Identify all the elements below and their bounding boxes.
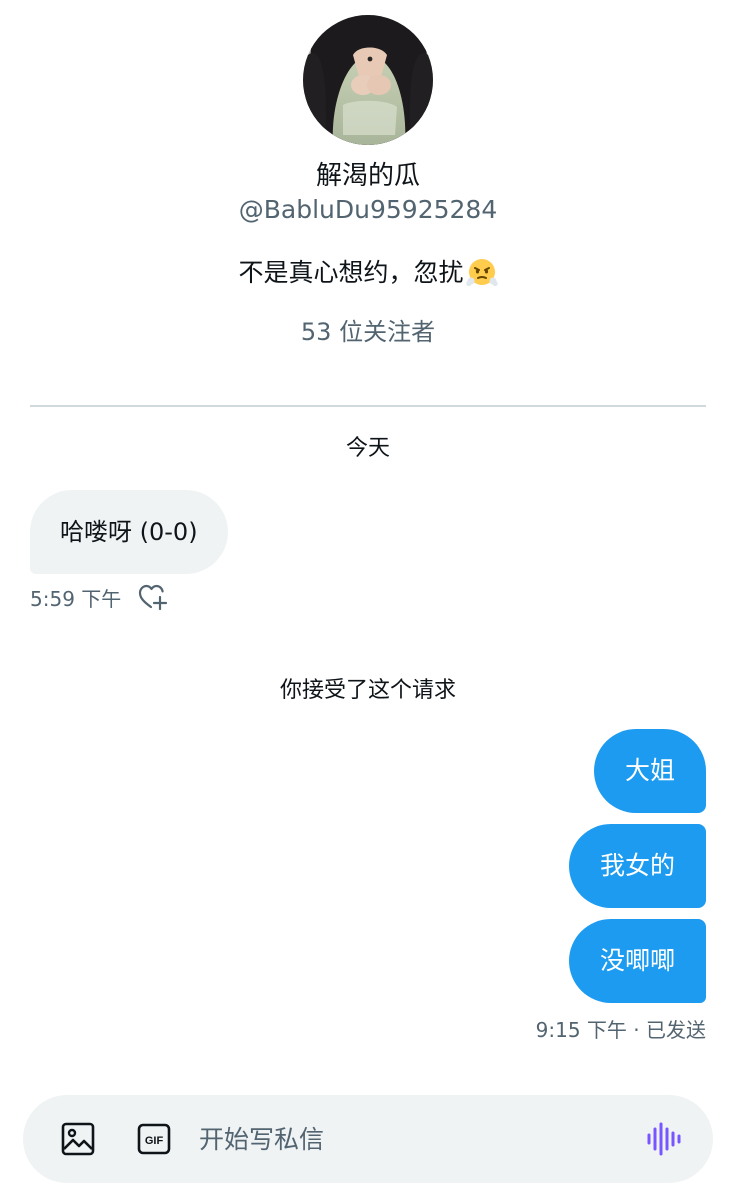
message-input[interactable] — [199, 1095, 619, 1183]
face-with-steam-emoji-icon — [465, 256, 498, 288]
display-name: 解渴的瓜 — [315, 161, 420, 191]
avatar[interactable] — [303, 15, 433, 145]
bio-text: 不是真心想约，忽扰 — [238, 258, 464, 287]
bio: 不是真心想约，忽扰 — [0, 253, 736, 289]
incoming-message-meta: 5:59 下午 — [30, 582, 169, 612]
incoming-message-bubble[interactable]: 哈喽呀 (0-0) — [30, 490, 228, 574]
follower-count[interactable]: 53 位关注者 — [0, 312, 736, 347]
image-icon[interactable] — [61, 1122, 95, 1156]
gif-icon-label: GIF — [145, 1135, 164, 1147]
voice-message-icon[interactable] — [645, 1121, 683, 1157]
outgoing-message-status: 9:15 下午 · 已发送 — [535, 1018, 706, 1042]
date-separator: 今天 — [345, 436, 390, 461]
add-reaction-heart-icon[interactable] — [137, 582, 169, 612]
user-handle: @BabluDu95925284 — [238, 195, 498, 224]
message-composer: GIF — [23, 1095, 713, 1183]
gif-icon[interactable]: GIF — [137, 1123, 171, 1155]
request-accepted-note: 你接受了这个请求 — [279, 678, 456, 703]
outgoing-message-bubble[interactable]: 大姐 — [593, 729, 706, 813]
outgoing-message-bubble[interactable]: 我女的 — [568, 824, 706, 908]
outgoing-message-bubble[interactable]: 没唧唧 — [568, 919, 706, 1003]
incoming-message-time: 5:59 下午 — [30, 586, 122, 611]
dm-conversation-screen: 解渴的瓜 @BabluDu95925284 不是真心想约，忽扰 53 位关注者 … — [0, 0, 736, 1200]
divider — [30, 405, 706, 407]
